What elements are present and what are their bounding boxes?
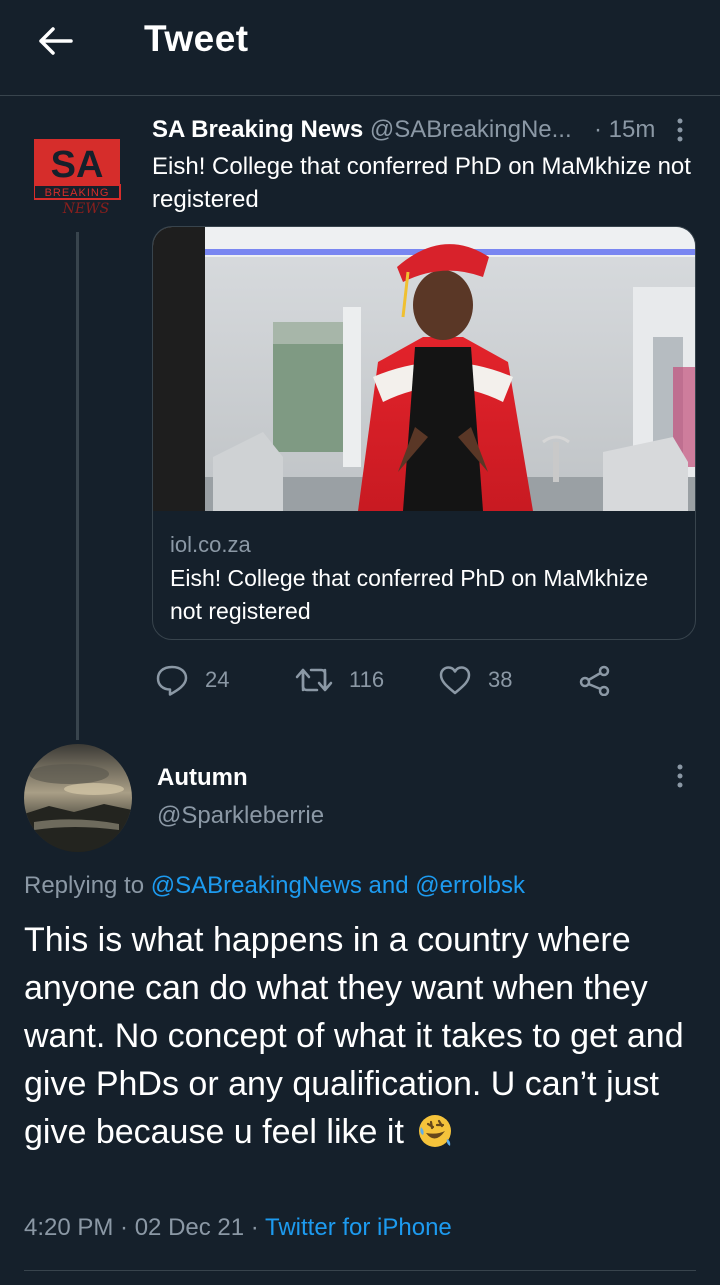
sa-breaking-news-logo: SA BREAKING NEWS: [33, 139, 121, 217]
tweet-actions: 24 116 38: [155, 660, 625, 700]
more-options-button[interactable]: [670, 762, 690, 792]
arrow-left-icon: [39, 27, 73, 55]
share-icon: [579, 665, 610, 696]
rolling-on-floor-laughing-emoji-icon: [419, 1115, 452, 1147]
more-vertical-icon: [677, 764, 683, 788]
retweet-count: 116: [349, 667, 385, 692]
tweet-meta: 4:20 PM · 02 Dec 21 · Twitter for iPhone: [24, 1214, 452, 1242]
reply-count: 24: [205, 667, 230, 692]
avatar-image: [24, 744, 132, 852]
parent-author-handle[interactable]: @SABreakingNe...: [370, 116, 572, 143]
thread-connector: [76, 232, 79, 740]
parent-tweet-header: SA Breaking News @SABreakingNe... · 15m: [152, 116, 692, 148]
heart-icon: [439, 666, 471, 695]
like-button[interactable]: 38: [438, 660, 512, 700]
retweet-button[interactable]: 116: [295, 660, 384, 700]
author-handle[interactable]: @Sparkleberrie: [157, 802, 324, 830]
svg-text:NEWS: NEWS: [62, 201, 109, 217]
author-name[interactable]: Autumn: [157, 764, 248, 792]
share-button[interactable]: [578, 660, 628, 700]
retweet-icon: [295, 668, 333, 692]
card-domain: iol.co.za: [170, 532, 251, 557]
svg-text:BREAKING: BREAKING: [45, 187, 110, 199]
page-title: Tweet: [144, 18, 249, 59]
parent-tweet-text: Eish! College that conferred PhD on MaMk…: [152, 153, 691, 213]
avatar[interactable]: SA BREAKING NEWS: [33, 137, 124, 217]
svg-text:SA: SA: [51, 144, 104, 186]
reply-icon: [156, 665, 188, 696]
back-button[interactable]: [30, 16, 80, 66]
reply-button[interactable]: 24: [155, 660, 229, 700]
replying-to-users-link[interactable]: @SABreakingNews and @errolbsk: [151, 872, 525, 899]
more-vertical-icon: [677, 118, 683, 142]
tweet-body: This is what happens in a country where …: [24, 921, 684, 1151]
parent-tweet-time: · 15m: [594, 116, 656, 143]
more-options-button[interactable]: [670, 116, 690, 146]
tweet-source-link[interactable]: Twitter for iPhone: [265, 1214, 452, 1241]
card-title: Eish! College that conferred PhD on MaMk…: [170, 565, 649, 624]
card-image: [153, 227, 695, 511]
tweet-text: This is what happens in a country where …: [24, 916, 714, 1156]
divider: [24, 1270, 696, 1271]
replying-prefix: Replying to: [24, 872, 151, 899]
top-bar: Tweet: [0, 0, 720, 96]
replying-to: Replying to @SABreakingNews and @errolbs…: [24, 872, 525, 900]
link-card[interactable]: iol.co.za Eish! College that conferred P…: [152, 226, 696, 640]
parent-author-name[interactable]: SA Breaking News: [152, 116, 363, 143]
like-count: 38: [488, 667, 513, 692]
tweet-timestamp: 4:20 PM · 02 Dec 21 ·: [24, 1214, 266, 1241]
avatar[interactable]: [24, 744, 132, 852]
